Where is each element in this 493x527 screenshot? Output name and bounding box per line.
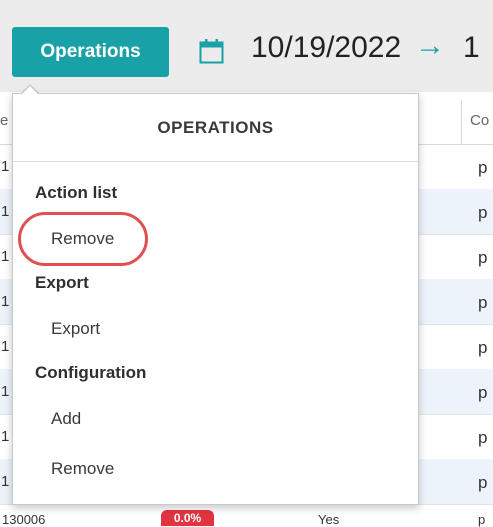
- column-divider: [461, 100, 462, 144]
- arrow-right-icon: →: [415, 29, 445, 62]
- menu-item-remove-config[interactable]: Remove: [51, 459, 114, 479]
- dropdown-title: OPERATIONS: [13, 94, 418, 162]
- table-cell: 1: [1, 428, 10, 445]
- dropdown-caret-fill: [22, 86, 38, 94]
- table-cell: 1: [1, 338, 10, 355]
- operations-dropdown: OPERATIONS Action list Remove Export Exp…: [12, 93, 419, 505]
- column-header[interactable]: Co: [470, 112, 489, 129]
- operations-button[interactable]: Operations: [12, 27, 169, 77]
- section-configuration: Configuration: [35, 363, 147, 382]
- column-header[interactable]: e: [0, 112, 8, 129]
- section-action-list: Action list: [35, 183, 118, 202]
- table-cell: 1: [1, 248, 10, 265]
- table-cell: p: [478, 248, 488, 267]
- table-cell: 1: [1, 293, 10, 310]
- table-cell: p: [478, 512, 486, 527]
- table-cell: 1: [1, 473, 10, 490]
- end-date[interactable]: 1: [463, 31, 493, 65]
- status-badge: 0.0%: [161, 510, 214, 526]
- calendar-icon[interactable]: [199, 38, 224, 64]
- table-cell: 130006: [2, 512, 46, 527]
- table-cell: p: [478, 383, 488, 402]
- table-cell: p: [478, 203, 488, 222]
- table-row[interactable]: 130006 Yes p: [0, 508, 493, 527]
- section-export: Export: [35, 273, 89, 292]
- menu-item-export[interactable]: Export: [51, 319, 100, 339]
- table-cell: p: [478, 428, 488, 447]
- table-cell: 1: [1, 158, 10, 175]
- table-cell: 1: [1, 203, 10, 220]
- table-cell: p: [478, 473, 488, 492]
- table-cell: p: [478, 293, 488, 312]
- table-cell: p: [478, 338, 488, 357]
- start-date[interactable]: 10/19/2022: [251, 31, 401, 65]
- menu-item-add[interactable]: Add: [51, 409, 81, 429]
- table-cell: Yes: [318, 512, 340, 527]
- table-cell: p: [478, 158, 488, 177]
- highlight-annotation: [18, 212, 148, 266]
- toolbar: Operations 10/19/2022 → 1: [0, 0, 493, 92]
- table-cell: 1: [1, 383, 10, 400]
